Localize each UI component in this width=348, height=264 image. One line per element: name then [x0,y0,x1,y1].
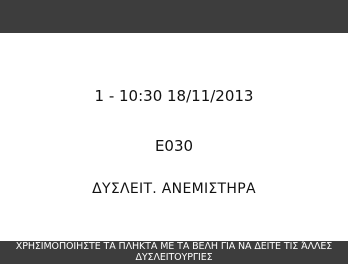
error-timestamp: 1 - 10:30 18/11/2013 [94,87,254,105]
error-panel: 1 - 10:30 18/11/2013 E030 ΔΥΣΛΕΙΤ. ΑΝΕΜΙ… [0,33,348,241]
navigation-hint: ΧΡΗΣΙΜΟΠΟΙΗΣΤΕ ΤΑ ΠΛΗΚΤΑ ΜΕ ΤΑ ΒΕΛΗ ΓΙΑ … [15,241,333,263]
device-screen: 1 - 10:30 18/11/2013 E030 ΔΥΣΛΕΙΤ. ΑΝΕΜΙ… [0,0,348,264]
header-bar [0,0,348,33]
footer-bar: ΧΡΗΣΙΜΟΠΟΙΗΣΤΕ ΤΑ ΠΛΗΚΤΑ ΜΕ ΤΑ ΒΕΛΗ ΓΙΑ … [0,241,348,264]
error-code: E030 [154,137,194,155]
error-description: ΔΥΣΛΕΙΤ. ΑΝΕΜΙΣΤΗΡΑ [92,181,256,197]
